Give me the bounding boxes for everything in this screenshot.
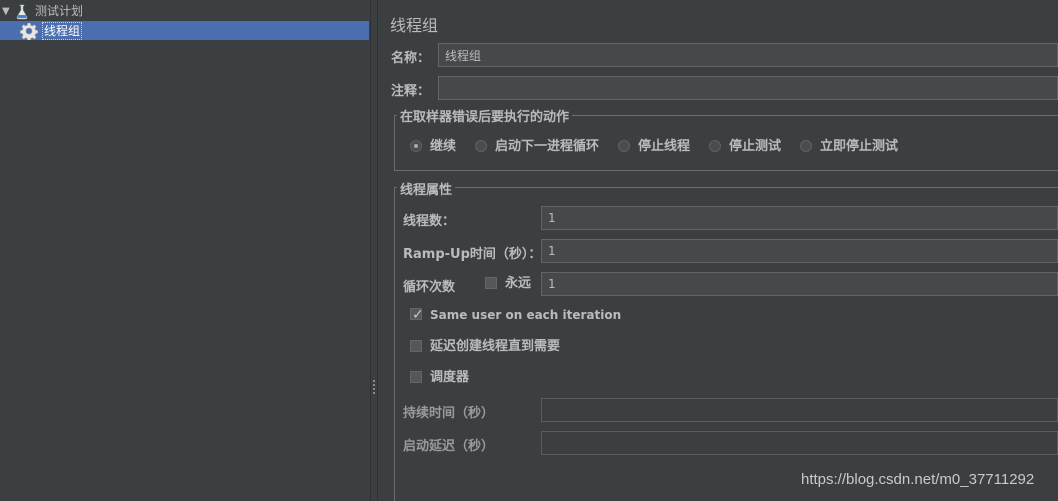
thread-props-group-title: 线程属性: [397, 179, 456, 198]
delay-thread-creation-checkbox-label: 延迟创建线程直到需要: [430, 339, 561, 354]
watermark-text: https://blog.csdn.net/m0_37711292: [801, 471, 1035, 488]
radio-continue-label: 继续: [430, 139, 457, 154]
duration-input[interactable]: [541, 398, 1058, 422]
threads-input[interactable]: [541, 206, 1058, 230]
scheduler-checkbox-box[interactable]: [410, 371, 422, 383]
radio-stop-test-now-label: 立即停止测试: [820, 139, 899, 154]
name-label: 名称：: [391, 51, 431, 66]
name-input[interactable]: [438, 43, 1058, 67]
radio-continue-dot[interactable]: [410, 140, 422, 152]
tree-node-thread-group-label: 线程组: [42, 22, 83, 40]
radio-stop-test-now-dot[interactable]: [800, 140, 812, 152]
forever-checkbox-label: 永远: [505, 276, 532, 291]
delay-thread-creation-checkbox-box[interactable]: [410, 340, 422, 352]
split-pane-divider[interactable]: [370, 0, 378, 501]
thread-props-group-top-border: [394, 187, 1058, 188]
test-plan-tree: ▼ 测试计划 线程组: [0, 0, 370, 501]
threads-label: 线程数：: [403, 214, 456, 229]
scheduler-checkbox-label: 调度器: [430, 370, 470, 385]
radio-start-next-loop-dot[interactable]: [475, 140, 487, 152]
comment-input[interactable]: [438, 76, 1058, 100]
sampler-error-group-title: 在取样器错误后要执行的动作: [397, 106, 573, 125]
rampup-input[interactable]: [541, 239, 1058, 263]
radio-stop-thread-dot[interactable]: [618, 140, 630, 152]
same-user-checkbox-box[interactable]: ✓: [410, 307, 424, 323]
tree-node-test-plan-label: 测试计划: [35, 4, 84, 18]
jmeter-window: ▼ 测试计划 线程组 线程组 名称： 注释：: [0, 0, 1058, 501]
forever-checkbox-box[interactable]: [485, 277, 497, 289]
duration-label: 持续时间（秒）: [403, 406, 495, 421]
startup-delay-label: 启动延迟（秒）: [403, 439, 495, 454]
flask-icon: [16, 4, 28, 20]
collapse-triangle-icon[interactable]: ▼: [2, 2, 12, 21]
tree-node-thread-group[interactable]: 线程组: [0, 21, 369, 40]
checkmark-icon: ✓: [412, 307, 424, 323]
radio-stop-test-label: 停止测试: [729, 139, 782, 154]
gear-icon: [20, 22, 38, 40]
radio-stop-test-dot[interactable]: [709, 140, 721, 152]
same-user-checkbox-label: Same user on each iteration: [430, 308, 622, 322]
loop-count-input[interactable]: [541, 272, 1058, 296]
radio-stop-thread-label: 停止线程: [638, 139, 691, 154]
rampup-label: Ramp-Up时间（秒）：: [403, 247, 542, 262]
tree-node-test-plan[interactable]: ▼ 测试计划: [0, 2, 370, 21]
radio-start-next-loop-label: 启动下一进程循环: [495, 139, 600, 154]
thread-props-group-left-border: [394, 187, 395, 501]
loop-count-label: 循环次数: [403, 280, 456, 295]
startup-delay-input[interactable]: [541, 431, 1058, 455]
comment-label: 注释：: [391, 84, 431, 99]
thread-group-panel: 线程组 名称： 注释： 在取样器错误后要执行的动作 继续 启动下一进程循环 停止…: [378, 0, 1058, 501]
panel-title: 线程组: [390, 16, 439, 35]
divider-grip-icon[interactable]: [373, 380, 376, 396]
